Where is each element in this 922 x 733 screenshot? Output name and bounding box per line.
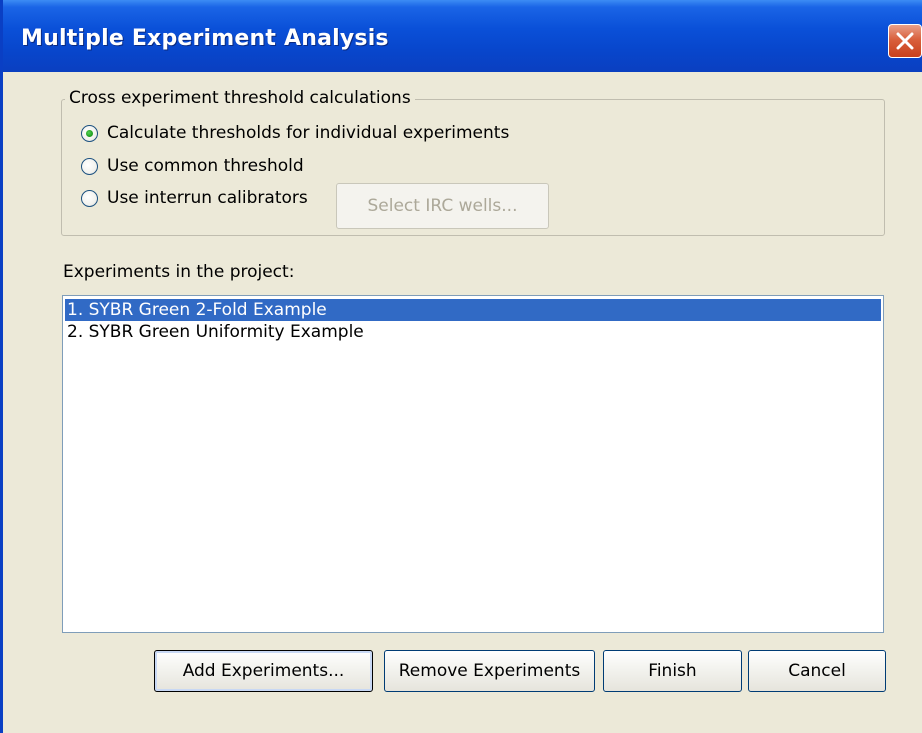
list-item[interactable]: 2. SYBR Green Uniformity Example [65, 321, 881, 343]
add-experiments-button[interactable]: Add Experiments... [154, 650, 373, 692]
window-title: Multiple Experiment Analysis [21, 26, 389, 51]
list-item[interactable]: 1. SYBR Green 2-Fold Example [65, 299, 881, 321]
radio-common-threshold[interactable]: Use common threshold [81, 154, 304, 178]
radio-label: Use common threshold [107, 156, 304, 176]
select-irc-wells-button[interactable]: Select IRC wells... [336, 183, 549, 229]
cancel-button[interactable]: Cancel [748, 650, 886, 692]
radio-button[interactable] [81, 189, 98, 207]
experiments-listbox[interactable]: 1. SYBR Green 2-Fold Example 2. SYBR Gre… [62, 295, 884, 633]
title-bar[interactable]: Multiple Experiment Analysis [3, 0, 922, 72]
radio-button[interactable] [81, 157, 98, 175]
radio-individual-thresholds[interactable]: Calculate thresholds for individual expe… [81, 121, 509, 145]
radio-label: Use interrun calibrators [107, 188, 308, 208]
remove-experiments-button[interactable]: Remove Experiments [384, 650, 595, 692]
dialog-window: Multiple Experiment Analysis Cross exper… [0, 0, 922, 733]
radio-interrun-calibrators[interactable]: Use interrun calibrators [81, 186, 308, 210]
experiments-list-label: Experiments in the project: [63, 262, 295, 282]
close-button[interactable] [888, 24, 922, 58]
threshold-group-label: Cross experiment threshold calculations [65, 88, 415, 108]
radio-label: Calculate thresholds for individual expe… [107, 123, 510, 143]
radio-button-checked[interactable] [81, 124, 98, 142]
close-icon [896, 32, 914, 50]
finish-button[interactable]: Finish [603, 650, 742, 692]
